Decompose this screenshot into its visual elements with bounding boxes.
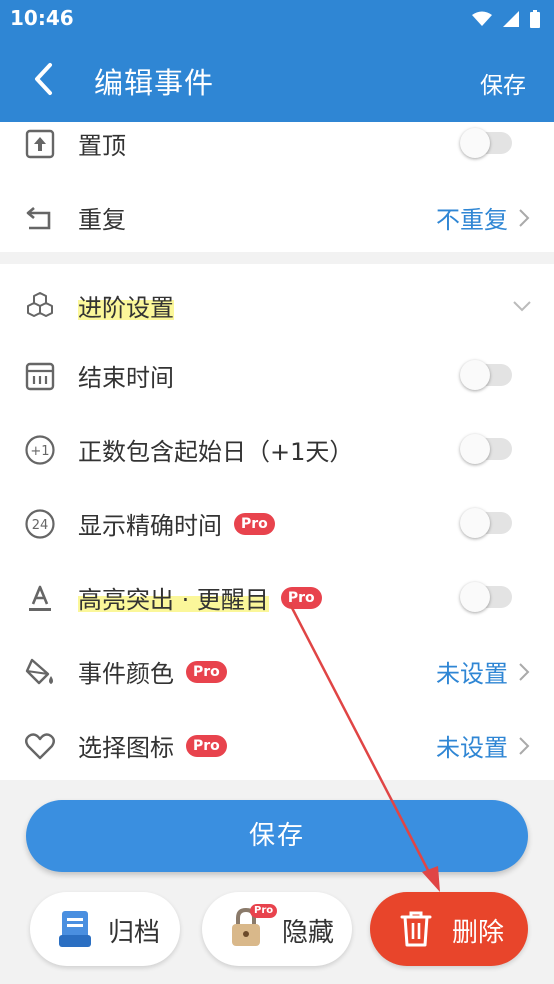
repeat-icon [26,207,51,230]
highlight-toggle[interactable] [460,582,512,612]
settings-label: 正数包含起始日（+1天） [78,438,354,466]
settings-row-end-time[interactable]: 结束时间 [0,338,554,412]
settings-label: 显示精确时间 Pro [78,506,275,541]
pin-toggle[interactable] [460,128,512,158]
text-highlight-icon [29,585,51,611]
trash-icon [400,911,432,947]
settings-row-event-color[interactable]: 事件颜色 Pro 未设置 [0,634,554,708]
calendar-icon [25,362,55,391]
plus-one-icon: +1 [25,435,55,465]
archive-label: 归档 [108,918,161,948]
exact-time-toggle[interactable] [460,508,512,538]
heart-icon [25,733,55,760]
settings-row-repeat[interactable]: 重复 不重复 [0,180,554,254]
basic-settings-card: 置顶 重复 不重复 [0,122,554,252]
battery-icon [530,9,540,28]
pro-badge: Pro [186,661,227,683]
chevron-right-icon [519,737,530,755]
pro-badge: Pro [250,904,278,918]
end-time-toggle[interactable] [460,360,512,390]
settings-label: 重复 [78,206,126,234]
chevron-right-icon [519,663,530,681]
settings-label: 选择图标 Pro [78,728,227,763]
svg-text:24: 24 [32,518,49,533]
advanced-header[interactable]: 进阶设置 [0,268,554,342]
pin-top-icon [25,129,55,159]
signal-icon [502,10,519,27]
svg-text:+1: +1 [30,444,49,459]
clock-24-icon: 24 [25,509,55,539]
header-save-button[interactable]: 保存 [480,66,526,100]
settings-row-exact-time[interactable]: 24 显示精确时间 Pro [0,486,554,560]
pro-badge: Pro [186,735,227,757]
hide-label: 隐藏 [282,918,335,948]
status-time: 10:46 [10,6,74,30]
settings-row-icon[interactable]: 选择图标 Pro 未设置 [0,708,554,782]
settings-label: 高亮突出 · 更醒目 Pro [78,580,322,615]
save-button[interactable]: 保存 [26,800,528,872]
settings-row-highlight[interactable]: 高亮突出 · 更醒目 Pro [0,560,554,634]
settings-label: 事件颜色 Pro [78,654,227,689]
pro-badge: Pro [234,513,275,535]
archive-icon [59,911,91,947]
cubes-icon [27,292,53,317]
advanced-title: 进阶设置 [78,288,174,323]
page-title: 编辑事件 [94,66,215,100]
status-bar: 10:46 [0,0,554,36]
pro-badge: Pro [280,587,322,609]
delete-button[interactable]: 删除 [370,892,528,966]
paint-bucket-icon [25,658,53,685]
include-start-toggle[interactable] [460,434,512,464]
hide-button[interactable]: Pro 隐藏 [202,892,352,966]
delete-label: 删除 [452,918,505,948]
settings-row-pin[interactable]: 置顶 [0,106,554,180]
wifi-icon [471,11,492,26]
event-color-value: 未设置 [436,660,508,688]
status-icons [466,8,540,28]
back-arrow-icon[interactable] [30,62,60,96]
settings-row-include-start[interactable]: +1 正数包含起始日（+1天） [0,412,554,486]
settings-label: 结束时间 [78,364,174,392]
advanced-settings-card: 进阶设置 结束时间 +1 正数包含起始日（+1天） 24 显示精确时间Pro [0,264,554,780]
chevron-right-icon [519,209,530,227]
chevron-down-icon[interactable] [512,300,532,312]
repeat-value: 不重复 [436,206,508,234]
icon-value: 未设置 [436,734,508,762]
archive-button[interactable]: 归档 [30,892,180,966]
settings-label: 置顶 [78,132,126,160]
